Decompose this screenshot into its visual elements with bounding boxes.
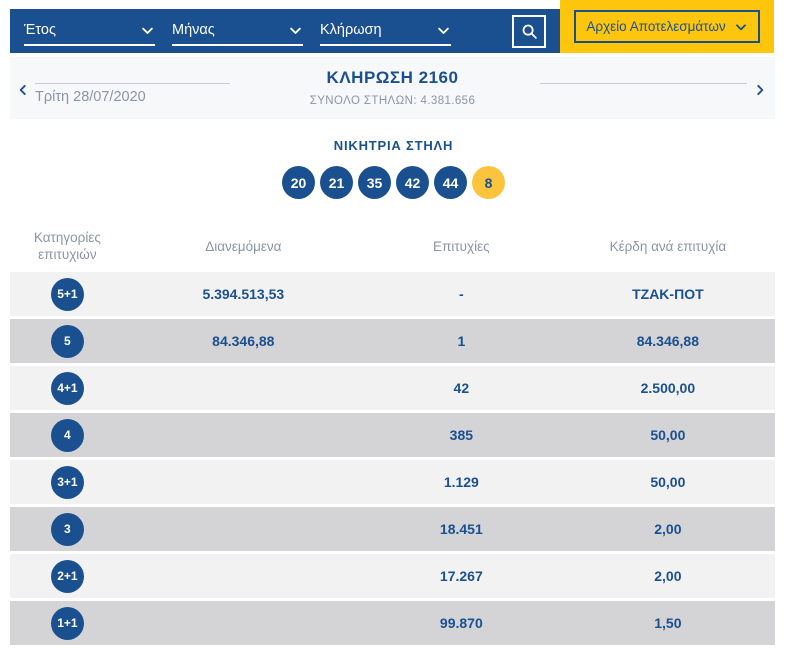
joker-results-page: Έτος Μήνας Κλήρωση Αρχείο Αποτελεσμάτων … <box>0 0 787 657</box>
winning-column-section: ΝΙΚΗΤΡΙΑ ΣΤΗΛΗ 20 21 35 42 44 8 <box>0 138 787 199</box>
distributed-amount <box>125 554 362 598</box>
table-row: 4 385 50,00 <box>10 413 775 457</box>
prize-per-winner: 50,00 <box>650 427 686 443</box>
month-dropdown[interactable]: Μήνας <box>172 16 303 46</box>
archive-results-label: Αρχείο Αποτελεσμάτων <box>586 19 726 34</box>
table-row: 1+1 99.870 1,50 <box>10 601 775 645</box>
winners-count: 385 <box>449 427 474 443</box>
prize-per-winner: 2,00 <box>654 521 682 537</box>
header-categories: Κατηγορίες επιτυχιών <box>33 230 101 262</box>
winning-numbers: 20 21 35 42 44 8 <box>0 166 787 199</box>
chevron-down-icon <box>735 23 746 30</box>
archive-panel: Αρχείο Αποτελεσμάτων <box>560 0 774 53</box>
prize-per-winner: 50,00 <box>650 474 686 490</box>
distributed-amount <box>125 366 362 410</box>
draw-title: ΚΛΗΡΩΣΗ 2160 <box>326 68 459 87</box>
prize-per-winner: 2,00 <box>654 568 682 584</box>
winning-number-ball: 42 <box>396 166 429 199</box>
prize-per-winner: ΤΖΑΚ-ΠΟΤ <box>632 286 704 302</box>
winning-number-ball: 35 <box>358 166 391 199</box>
winners-count: - <box>459 286 464 302</box>
winners-count: 17.267 <box>439 568 483 584</box>
next-underline <box>540 83 747 84</box>
table-row: 3+1 1.129 50,00 <box>10 460 775 504</box>
search-filter-bar: Έτος Μήνας Κλήρωση <box>10 9 560 53</box>
table-row: 5 84.346,88 1 84.346,88 <box>10 319 775 363</box>
distributed-amount: 84.346,88 <box>212 333 275 349</box>
header-distributed: Διανεμόμενα <box>205 238 282 254</box>
distributed-amount <box>125 413 362 457</box>
winners-count: 42 <box>453 380 470 396</box>
category-badge: 4+1 <box>50 371 84 405</box>
search-button[interactable] <box>512 14 546 48</box>
category-badge: 3 <box>50 512 84 546</box>
draw-dropdown[interactable]: Κλήρωση <box>320 16 451 46</box>
draw-navigation: Τρίτη 28/07/2020 ΚΛΗΡΩΣΗ 2160 ΣΥΝΟΛΟ ΣΤΗ… <box>10 57 775 119</box>
prize-per-winner: 1,50 <box>654 615 682 631</box>
winners-count: 1.129 <box>443 474 479 490</box>
year-dropdown[interactable]: Έτος <box>24 16 155 46</box>
table-header-row: Κατηγορίες επιτυχιών Διανεμόμενα Επιτυχί… <box>10 222 775 272</box>
year-dropdown-label: Έτος <box>24 22 56 38</box>
prize-per-winner: 2.500,00 <box>640 380 696 396</box>
table-row: 5+1 5.394.513,53 - ΤΖΑΚ-ΠΟΤ <box>10 272 775 316</box>
month-dropdown-label: Μήνας <box>172 22 215 38</box>
winning-number-ball: 44 <box>434 166 467 199</box>
distributed-amount <box>125 507 362 551</box>
table-body: 5+1 5.394.513,53 - ΤΖΑΚ-ΠΟΤ 5 84.346,88 … <box>10 272 775 645</box>
search-icon <box>522 24 537 39</box>
category-badge: 2+1 <box>50 559 84 593</box>
winners-count: 99.870 <box>439 615 483 631</box>
total-columns-label: ΣΥΝΟΛΟ ΣΤΗΛΩΝ: 4.381.656 <box>309 95 476 107</box>
archive-results-button[interactable]: Αρχείο Αποτελεσμάτων <box>574 10 760 43</box>
table-row: 2+1 17.267 2,00 <box>10 554 775 598</box>
chevron-down-icon <box>438 27 449 34</box>
prize-per-winner: 84.346,88 <box>636 333 700 349</box>
header-prize: Κέρδη ανά επιτυχία <box>609 238 727 254</box>
joker-number-ball: 8 <box>472 166 505 199</box>
distributed-amount <box>125 601 362 645</box>
results-table: Κατηγορίες επιτυχιών Διανεμόμενα Επιτυχί… <box>10 222 775 648</box>
category-badge: 4 <box>50 418 84 452</box>
category-badge: 1+1 <box>50 606 84 640</box>
chevron-down-icon <box>142 27 153 34</box>
category-badge: 5 <box>50 324 84 358</box>
draw-dropdown-label: Κλήρωση <box>320 22 382 38</box>
distributed-amount <box>125 460 362 504</box>
winners-count: 18.451 <box>439 521 483 537</box>
table-row: 3 18.451 2,00 <box>10 507 775 551</box>
category-badge: 5+1 <box>50 277 84 311</box>
chevron-down-icon <box>290 27 301 34</box>
table-row: 4+1 42 2.500,00 <box>10 366 775 410</box>
header-winners: Επιτυχίες <box>433 238 490 254</box>
winners-count: 1 <box>457 333 466 349</box>
winning-column-title: ΝΙΚΗΤΡΙΑ ΣΤΗΛΗ <box>333 138 454 153</box>
category-badge: 3+1 <box>50 465 84 499</box>
distributed-amount: 5.394.513,53 <box>202 286 285 302</box>
winning-number-ball: 20 <box>282 166 315 199</box>
next-draw-button[interactable] <box>753 83 767 97</box>
winning-number-ball: 21 <box>320 166 353 199</box>
